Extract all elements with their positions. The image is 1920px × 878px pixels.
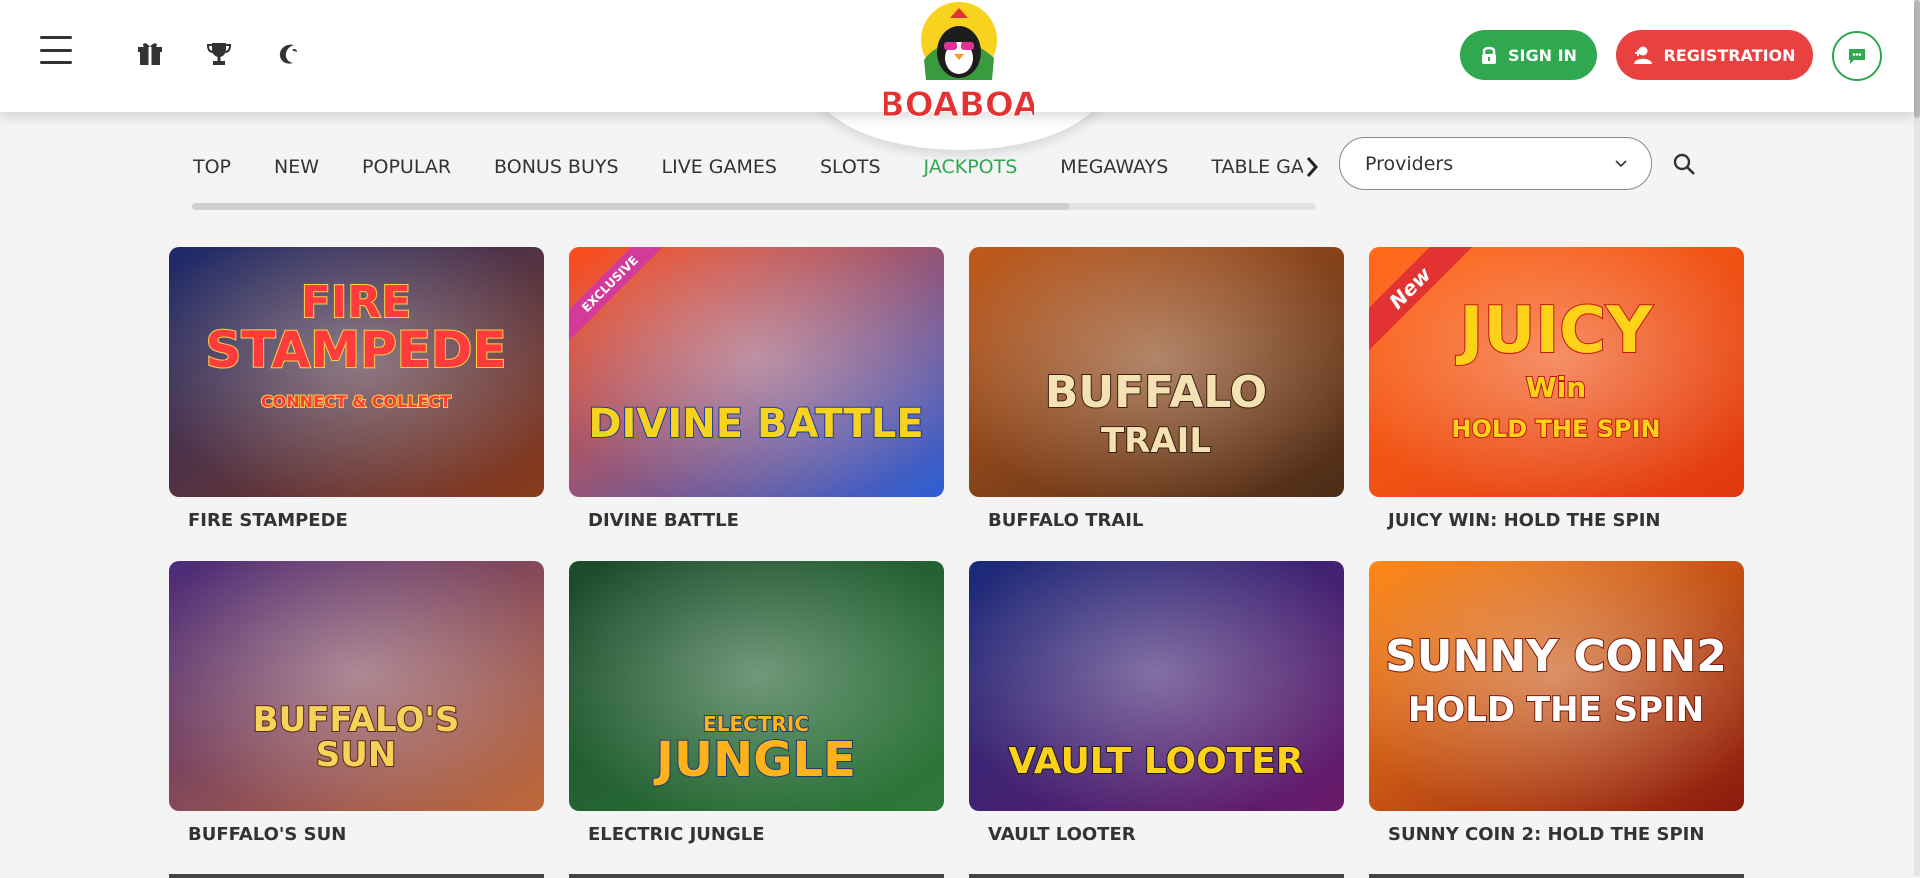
- page-scrollbar[interactable]: [1914, 0, 1920, 876]
- new-badge: New: [1369, 247, 1489, 367]
- sign-in-button[interactable]: SIGN IN: [1460, 30, 1597, 80]
- game-thumbnail[interactable]: FIRE STAMPEDE CONNECT & COLLECT: [169, 247, 544, 497]
- sign-in-label: SIGN IN: [1508, 45, 1577, 65]
- search-icon: [1673, 153, 1695, 175]
- page-scrollbar-thumb[interactable]: [1914, 0, 1920, 118]
- tab-slots[interactable]: SLOTS: [820, 156, 881, 178]
- tab-top[interactable]: TOP: [193, 156, 231, 178]
- game-thumbnail[interactable]: JUICY Win HOLD THE SPIN New: [1369, 247, 1744, 497]
- chevron-right-icon: [1306, 157, 1319, 177]
- tab-live-games[interactable]: LIVE GAMES: [662, 156, 777, 178]
- tabs-scrollbar-thumb[interactable]: [192, 203, 1069, 210]
- game-title[interactable]: DIVINE BATTLE: [588, 510, 739, 531]
- game-art-title: VAULT LOOTER: [1008, 741, 1303, 782]
- game-thumbnail[interactable]: BUFFALO TRAIL: [969, 247, 1344, 497]
- tab-jackpots[interactable]: JACKPOTS: [924, 156, 1018, 178]
- game-thumbnail[interactable]: VAULT LOOTER: [969, 561, 1344, 811]
- game-title[interactable]: JUICY WIN: HOLD THE SPIN: [1388, 510, 1660, 531]
- game-card[interactable]: DIVINE BATTLE EXCLUSIVE DIVINE BATTLE: [569, 247, 944, 531]
- game-thumbnail[interactable]: BUFFALO'S SUN: [169, 561, 544, 811]
- exclusive-badge: EXCLUSIVE: [569, 247, 689, 367]
- game-art-title: SUN: [316, 735, 397, 775]
- registration-button[interactable]: REGISTRATION: [1616, 30, 1813, 80]
- menu-icon[interactable]: [38, 36, 74, 64]
- game-art-title: BUFFALO: [1045, 367, 1267, 418]
- game-art-title: Win: [1526, 371, 1586, 404]
- tab-new[interactable]: NEW: [274, 156, 319, 178]
- tab-table-games[interactable]: TABLE GAMES: [1211, 156, 1303, 178]
- logo-text: BOABOA: [884, 85, 1034, 125]
- moon-icon[interactable]: [272, 38, 304, 70]
- game-card-next-row[interactable]: [169, 874, 544, 878]
- game-title[interactable]: BUFFALO TRAIL: [988, 510, 1143, 531]
- game-title[interactable]: ELECTRIC JUNGLE: [588, 824, 765, 845]
- game-title[interactable]: SUNNY COIN 2: HOLD THE SPIN: [1388, 824, 1704, 845]
- chat-icon: [1849, 49, 1865, 64]
- tab-bonus-buys[interactable]: BONUS BUYS: [494, 156, 618, 178]
- game-art-title: HOLD THE SPIN: [1451, 415, 1660, 443]
- tabs-next-arrow[interactable]: [1300, 150, 1324, 184]
- game-card-next-row[interactable]: [569, 874, 944, 878]
- providers-select[interactable]: Providers: [1339, 137, 1652, 190]
- game-art-title: TRAIL: [1101, 421, 1211, 461]
- gift-icon[interactable]: [134, 38, 166, 70]
- game-card-next-row[interactable]: [969, 874, 1344, 878]
- tabs-scrollbar[interactable]: [192, 203, 1316, 210]
- game-art-title: STAMPEDE: [205, 321, 506, 379]
- game-title[interactable]: BUFFALO'S SUN: [188, 824, 346, 845]
- game-card[interactable]: ELECTRIC JUNGLE ELECTRIC JUNGLE: [569, 561, 944, 845]
- tab-popular[interactable]: POPULAR: [362, 156, 451, 178]
- tab-megaways[interactable]: MEGAWAYS: [1060, 156, 1168, 178]
- game-title[interactable]: VAULT LOOTER: [988, 824, 1136, 845]
- trophy-icon[interactable]: [203, 38, 235, 70]
- game-art-title: CONNECT & COLLECT: [261, 392, 451, 411]
- search-button[interactable]: [1670, 150, 1698, 178]
- category-tabs: TOP NEW POPULAR BONUS BUYS LIVE GAMES SLOTS JA…: [193, 150, 1303, 184]
- game-card[interactable]: BUFFALO'S SUN BUFFALO'S SUN: [169, 561, 544, 845]
- game-art-title: SUNNY COIN2: [1385, 631, 1727, 682]
- chat-button[interactable]: [1832, 31, 1882, 81]
- boaboa-logo[interactable]: BOABOA: [878, 0, 1040, 126]
- game-thumbnail[interactable]: DIVINE BATTLE EXCLUSIVE: [569, 247, 944, 497]
- game-art-title: HOLD THE SPIN: [1408, 690, 1704, 730]
- registration-label: REGISTRATION: [1663, 45, 1796, 65]
- game-art-title: JUNGLE: [653, 732, 856, 788]
- game-card[interactable]: SUNNY COIN2 HOLD THE SPIN SUNNY COIN 2: HO…: [1369, 561, 1744, 845]
- lock-icon: [1482, 46, 1497, 64]
- game-art-title: DIVINE BATTLE: [588, 401, 923, 447]
- providers-label: Providers: [1365, 152, 1454, 175]
- game-card[interactable]: BUFFALO TRAIL BUFFALO TRAIL: [969, 247, 1344, 531]
- user-plus-icon: [1634, 46, 1653, 64]
- game-card[interactable]: VAULT LOOTER VAULT LOOTER: [969, 561, 1344, 845]
- game-card[interactable]: JUICY Win HOLD THE SPIN New JUICY WIN: HOLD …: [1369, 247, 1744, 531]
- game-thumbnail[interactable]: ELECTRIC JUNGLE: [569, 561, 944, 811]
- game-thumbnail[interactable]: SUNNY COIN2 HOLD THE SPIN: [1369, 561, 1744, 811]
- game-title[interactable]: FIRE STAMPEDE: [188, 510, 348, 531]
- game-art-title: BUFFALO'S: [253, 700, 460, 740]
- game-card-next-row[interactable]: [1369, 874, 1744, 878]
- chevron-down-icon: [1615, 159, 1627, 167]
- game-card[interactable]: FIRE STAMPEDE CONNECT & COLLECT FIRE STAMPE…: [169, 247, 544, 531]
